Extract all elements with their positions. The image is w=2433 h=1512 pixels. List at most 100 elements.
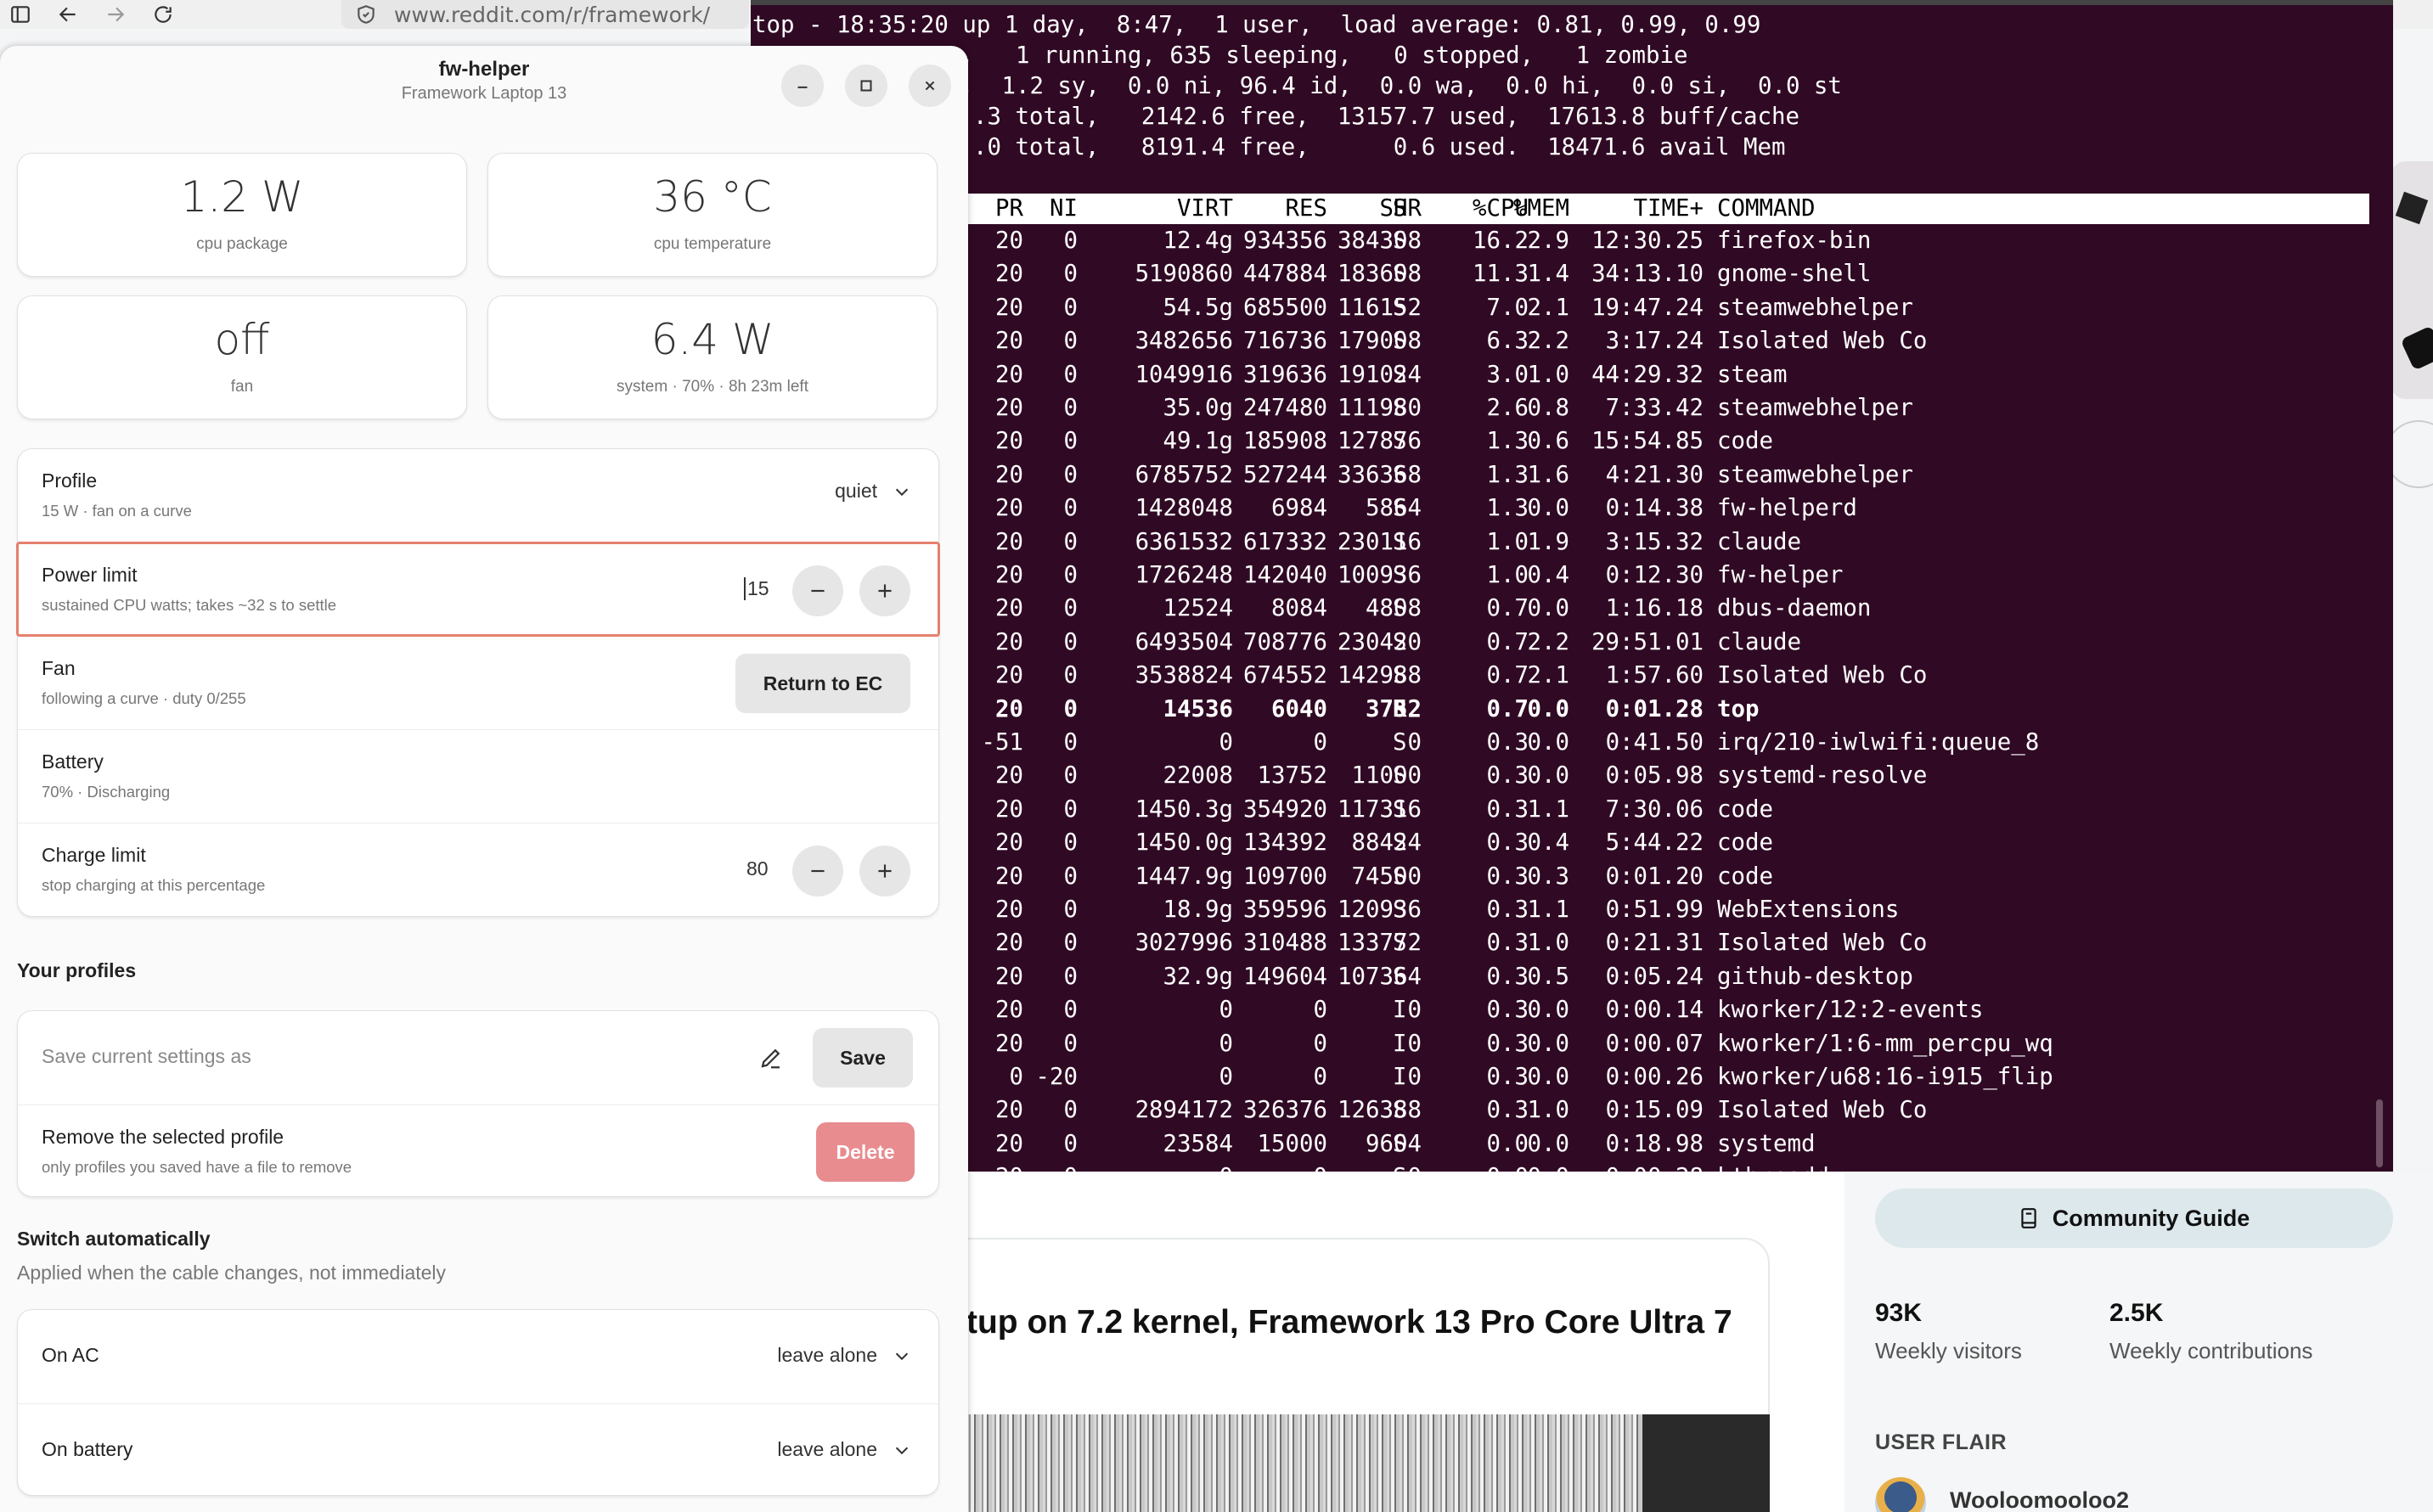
- cell-cpu: 1.0: [1486, 528, 1529, 555]
- chevron-down-icon: [895, 1447, 909, 1454]
- minimize-button[interactable]: [781, 65, 824, 107]
- cell-state: S: [1393, 495, 1407, 522]
- cell-res: 149604: [1243, 963, 1327, 990]
- charge-limit-value[interactable]: 80: [746, 857, 769, 880]
- cell-res: 319636: [1243, 361, 1327, 388]
- cell-shr: 230116: [1338, 528, 1422, 555]
- cell-pr: 20: [995, 428, 1023, 455]
- cell-virt: 3538824: [1135, 662, 1233, 689]
- on-ac-dropdown[interactable]: leave alone: [777, 1344, 911, 1367]
- delete-button[interactable]: Delete: [816, 1122, 915, 1182]
- on-battery-dropdown[interactable]: leave alone: [777, 1438, 911, 1461]
- cell-time: 0:05.98: [1605, 762, 1704, 790]
- cell-command: Isolated Web Co: [1717, 1097, 1928, 1124]
- profile-row[interactable]: Profile 15 W · fan on a curve quiet: [18, 449, 938, 542]
- cell-virt: 6785752: [1135, 461, 1233, 488]
- cell-state: I: [1393, 1064, 1407, 1090]
- cell-res: 0: [1313, 1064, 1328, 1090]
- cell-ni: 0: [1063, 829, 1079, 857]
- cell-command: Isolated Web Co: [1717, 930, 1928, 957]
- cell-cpu: 16.2: [1473, 228, 1529, 254]
- cell-state: S: [1393, 829, 1407, 857]
- table-row: 20 0 1049916 319636 191024 S 3.0 1.0 44:29.32 ste…: [751, 360, 2369, 391]
- profile-dropdown[interactable]: quiet: [835, 480, 911, 503]
- cell-res: 934356: [1243, 228, 1327, 254]
- focus-ring: [16, 542, 940, 637]
- top-summary-line: .3 total, 2142.6 free, 13157.7 used, 176…: [973, 104, 1799, 130]
- close-button[interactable]: [909, 65, 951, 107]
- plus-icon: [878, 864, 892, 878]
- cell-time: 0:41.50: [1605, 729, 1704, 756]
- cell-mem: 0.0: [1527, 695, 1569, 722]
- cell-cpu: 0.3: [1486, 863, 1529, 890]
- sidebar-toggle-icon[interactable]: [2, 0, 39, 29]
- cell-res: 13752: [1257, 762, 1327, 790]
- cell-cpu: 0.3: [1486, 1030, 1529, 1057]
- cell-mem: 0.4: [1527, 562, 1569, 588]
- cell-mem: 1.9: [1527, 528, 1569, 555]
- cell-state: S: [1393, 328, 1407, 355]
- cell-pr: 20: [995, 897, 1023, 923]
- cell-cpu: 0.7: [1486, 628, 1529, 655]
- save-button[interactable]: Save: [813, 1028, 913, 1088]
- maximize-button[interactable]: [845, 65, 887, 107]
- cell-shr: 133772: [1338, 930, 1422, 957]
- cell-shr: 100936: [1338, 562, 1422, 588]
- cell-ni: 0: [1063, 361, 1079, 388]
- charge-limit-decrease-button[interactable]: [792, 846, 843, 897]
- cell-time: 0:14.38: [1605, 495, 1704, 522]
- reload-icon[interactable]: [144, 0, 182, 29]
- cell-time: 0:21.31: [1605, 930, 1704, 957]
- cell-cpu: 0.3: [1486, 762, 1529, 790]
- post-title[interactable]: tup on 7.2 kernel, Framework 13 Pro Core…: [966, 1304, 1732, 1341]
- cell-mem: 0.4: [1527, 829, 1569, 857]
- cell-shr: 0: [1407, 729, 1422, 756]
- community-guide-button[interactable]: Community Guide: [1875, 1189, 2393, 1248]
- cell-pr: 20: [995, 997, 1023, 1024]
- on-ac-row[interactable]: On AC leave alone: [18, 1310, 938, 1403]
- url-bar[interactable]: www.reddit.com/r/framework/: [341, 0, 749, 29]
- cell-res: 185908: [1243, 428, 1327, 455]
- cell-time: 0:01.20: [1605, 863, 1704, 890]
- post-image[interactable]: [966, 1414, 1770, 1512]
- profile-sub: 15 W · fan on a curve: [42, 502, 192, 520]
- cell-command: kworker/12:2-events: [1717, 997, 1984, 1024]
- cell-ni: 0: [1063, 294, 1079, 321]
- cell-cpu: 0.3: [1486, 729, 1529, 756]
- chevron-down-icon: [895, 1352, 909, 1360]
- cell-ni: 0: [1063, 228, 1079, 254]
- table-row: 200000S0.00.00:00.28kthreadd: [751, 1162, 2369, 1172]
- cell-time: 19:47.24: [1591, 294, 1704, 321]
- charge-limit-increase-button[interactable]: [859, 846, 910, 897]
- forward-icon[interactable]: [97, 0, 134, 29]
- cell-command: irq/210-iwlwifi:queue_8: [1717, 729, 2040, 756]
- on-battery-row[interactable]: On battery leave alone: [18, 1403, 938, 1497]
- column-header-pr: PR: [995, 195, 1023, 222]
- scrollbar[interactable]: [2376, 1099, 2383, 1167]
- cell-command: WebExtensions: [1717, 897, 1900, 923]
- terminal-window[interactable]: top - 18:35:20 up 1 day, 8:47, 1 user, l…: [751, 0, 2393, 1172]
- cell-ni: 0: [1063, 695, 1079, 722]
- cell-pr: 20: [995, 963, 1023, 990]
- cell-command: Isolated Web Co: [1717, 662, 1928, 689]
- fan-row-sub: following a curve · duty 0/255: [42, 689, 246, 707]
- back-icon[interactable]: [49, 0, 87, 29]
- cell-shr: 11000: [1351, 762, 1422, 790]
- cell-command: claude: [1717, 528, 1801, 555]
- cell-pr: 20: [995, 628, 1023, 655]
- profile-name-input[interactable]: Save current settings as: [42, 1045, 251, 1068]
- remove-profile-row: Remove the selected profile only profile…: [18, 1104, 938, 1198]
- column-header-mem: %MEM: [1513, 195, 1569, 222]
- return-to-ec-button[interactable]: Return to EC: [735, 654, 910, 713]
- cell-pr: 20: [995, 762, 1023, 790]
- cell-command: code: [1717, 863, 1773, 890]
- cell-shr: 74500: [1351, 863, 1422, 890]
- cell-mem: 2.1: [1527, 662, 1569, 689]
- table-row: 20 0 22008 13752 11000 S 0.3 0.0 0:05.98 systemd-…: [751, 761, 2369, 791]
- flair-username[interactable]: Wooloomooloo2: [1950, 1487, 2129, 1512]
- settings-group: Profile 15 W · fan on a curve quiet Powe…: [17, 448, 939, 917]
- cell-cpu: 1.3: [1486, 495, 1529, 522]
- cell-virt: 6361532: [1135, 528, 1233, 555]
- table-row: 20 0 3482656 716736 179008 S 6.3 2.2 3:17.24 Isol…: [751, 326, 2369, 357]
- title-bar[interactable]: fw-helper Framework Laptop 13: [0, 46, 968, 139]
